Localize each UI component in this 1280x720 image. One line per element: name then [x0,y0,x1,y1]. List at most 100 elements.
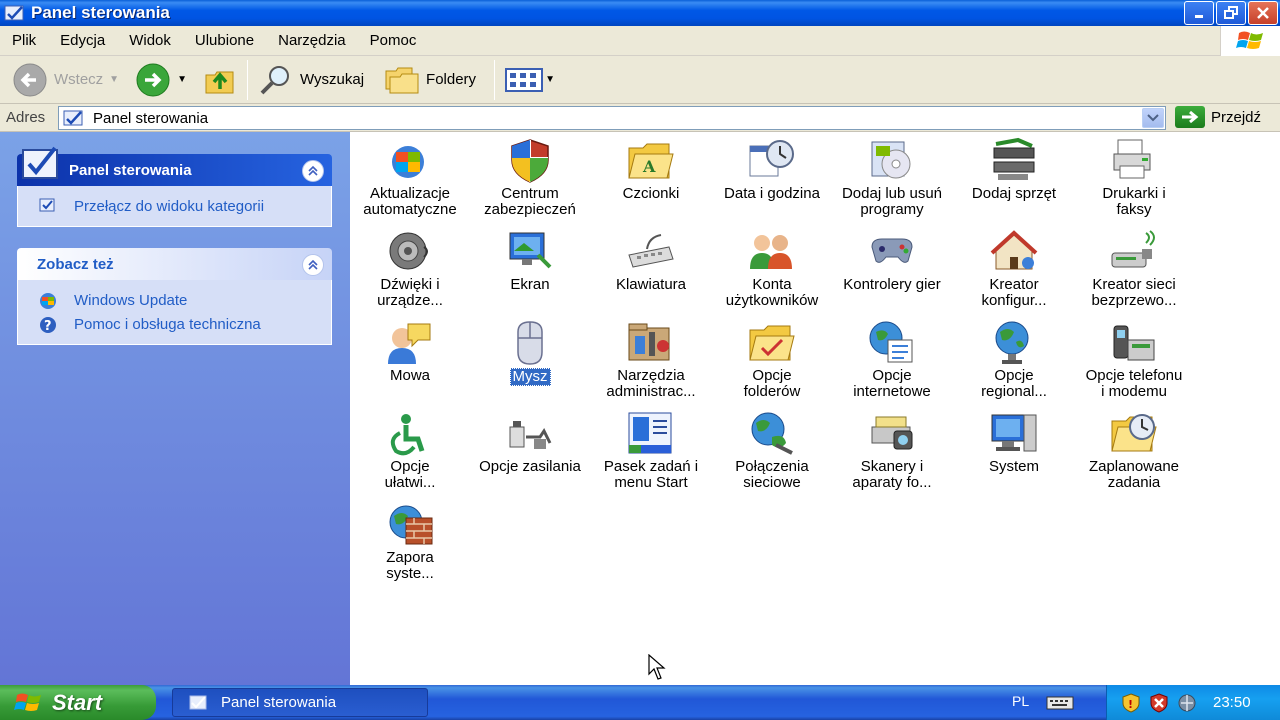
taskbar-window-label: Panel sterowania [221,694,337,711]
control-panel-item[interactable]: Dodaj sprzęt [954,136,1074,202]
control-panel-item[interactable]: Pasek zadań i menu Start [591,409,711,491]
restore-button[interactable] [1216,1,1246,25]
mouse-icon [504,318,556,366]
see-also-header[interactable]: Zobacz też [17,248,332,280]
item-label: Centrum [501,185,559,202]
control-panel-icon [4,5,24,21]
firewall-icon [384,500,436,548]
menu-ulubione[interactable]: Ulubione [183,26,266,56]
control-panel-icon [189,695,207,709]
collapse-button[interactable] [302,160,324,182]
forward-button[interactable]: ▼ [131,60,191,100]
windows-update-link[interactable]: Windows Update [38,288,321,312]
control-panel-item[interactable]: Opcje folderów [712,318,832,400]
folders-button[interactable]: Foldery [380,60,480,100]
language-indicator[interactable]: PL [1012,693,1029,709]
regional-options-icon [988,318,1040,366]
control-panel-item[interactable]: Drukarki i faksy [1074,136,1194,218]
close-button[interactable] [1248,1,1278,25]
help-icon: ? [40,317,56,333]
control-panel-item[interactable]: Kontrolery gier [832,227,952,293]
security-alert-icon[interactable] [1149,692,1169,713]
control-panel-item[interactable]: Zapora syste... [350,500,470,582]
views-button[interactable]: ▼ [501,60,559,100]
menu-widok[interactable]: Widok [117,26,183,56]
accessibility-icon [384,409,436,457]
control-panel-item[interactable]: Kreator konfigur... [954,227,1074,309]
printers-icon [1108,136,1160,184]
item-label: Aktualizacje [369,185,451,202]
keyboard-icon[interactable] [1046,694,1074,710]
chevron-down-icon[interactable]: ▼ [109,74,119,85]
control-panel-content: Aktualizacje automatyczne Centrum zabezpiec… [350,132,1280,685]
control-panel-item[interactable]: Skanery i aparaty fo... [832,409,952,491]
item-label-line2: regional... [981,383,1047,400]
menu-plik[interactable]: Plik [0,26,48,56]
control-panel-item[interactable]: Aktualizacje automatyczne [350,136,470,218]
security-shield-icon[interactable]: ! [1121,692,1141,713]
menu-edycja[interactable]: Edycja [48,26,117,56]
control-panel-item[interactable]: Zaplanowane zadania [1074,409,1194,491]
search-button[interactable]: Wyszukaj [254,60,368,100]
control-panel-header[interactable]: Panel sterowania [17,146,332,186]
chevron-down-icon[interactable]: ▼ [177,74,187,85]
internet-options-icon [866,318,918,366]
item-label-line2: ułatwi... [384,474,436,491]
control-panel-item[interactable]: Opcje zasilania [470,409,590,475]
go-button[interactable]: Przejdź [1175,106,1261,128]
address-field[interactable]: Panel sterowania [58,106,1166,130]
address-dropdown-button[interactable] [1142,108,1164,128]
menu-pomoc[interactable]: Pomoc [358,26,429,56]
control-panel-item[interactable]: A Czcionki [591,136,711,202]
control-panel-item[interactable]: Mysz [470,318,590,386]
control-panel-item[interactable]: Dodaj lub usuń programy [832,136,952,218]
control-panel-item[interactable]: Centrum zabezpieczeń [470,136,590,218]
menu-narzedzia[interactable]: Narzędzia [266,26,358,56]
control-panel-item[interactable]: Połączenia sieciowe [712,409,832,491]
see-also-box: Zobacz też Windows Update ? Pomoc i obsł… [17,248,332,345]
control-panel-item[interactable]: Klawiatura [591,227,711,293]
chevron-down-icon[interactable]: ▼ [545,74,555,85]
item-label: Dodaj lub usuń [841,185,943,202]
control-panel-item[interactable]: Narzędzia administrac... [591,318,711,400]
control-panel-item[interactable]: Opcje telefonu i modemu [1074,318,1194,400]
control-panel-item[interactable]: System [954,409,1074,475]
folders-label: Foldery [426,71,477,88]
control-panel-item[interactable]: Kreator sieci bezprzewo... [1074,227,1194,309]
back-button[interactable]: Wstecz ▼ [8,60,123,100]
control-panel-item[interactable]: Mowa [350,318,470,384]
start-button[interactable]: Start [0,685,156,720]
item-label-line2: konfigur... [981,292,1047,309]
clock[interactable]: 23:50 [1213,694,1251,711]
item-label: Mysz [509,368,551,386]
item-label: Zaplanowane [1088,458,1180,475]
link-label: Przełącz do widoku kategorii [74,197,265,215]
network-icon[interactable] [1177,693,1197,713]
taskbar: Start Panel sterowania PL ! 23:50 [0,685,1280,720]
minimize-button[interactable] [1184,1,1214,25]
control-panel-item[interactable]: Opcje internetowe [832,318,952,400]
item-label: Czcionki [622,185,680,202]
control-panel-item[interactable]: Opcje ułatwi... [350,409,470,491]
taskbar-window-button[interactable]: Panel sterowania [172,688,428,717]
item-label-line2: programy [860,201,924,218]
toolbar-separator [494,59,496,100]
collapse-button[interactable] [302,254,324,276]
title-bar[interactable]: Panel sterowania [0,0,1280,26]
item-label: Drukarki i [1102,185,1166,202]
switch-category-view-link[interactable]: Przełącz do widoku kategorii [38,194,321,218]
help-support-link[interactable]: ? Pomoc i obsługa techniczna [38,312,321,336]
close-icon [1257,7,1269,19]
up-button[interactable] [199,60,241,100]
item-label: Kontrolery gier [843,276,941,293]
control-panel-item[interactable]: Ekran [470,227,590,293]
control-panel-item[interactable]: Data i godzina [712,136,832,202]
back-arrow-icon [13,63,47,96]
phone-modem-icon [1108,318,1160,366]
control-panel-item[interactable]: Opcje regional... [954,318,1074,400]
control-panel-item[interactable]: Konta użytkowników [712,227,832,309]
search-icon [260,65,289,94]
chevron-up-icon [308,165,318,176]
control-panel-item[interactable]: Dźwięki i urządze... [350,227,470,309]
fonts-icon: A [625,136,677,184]
